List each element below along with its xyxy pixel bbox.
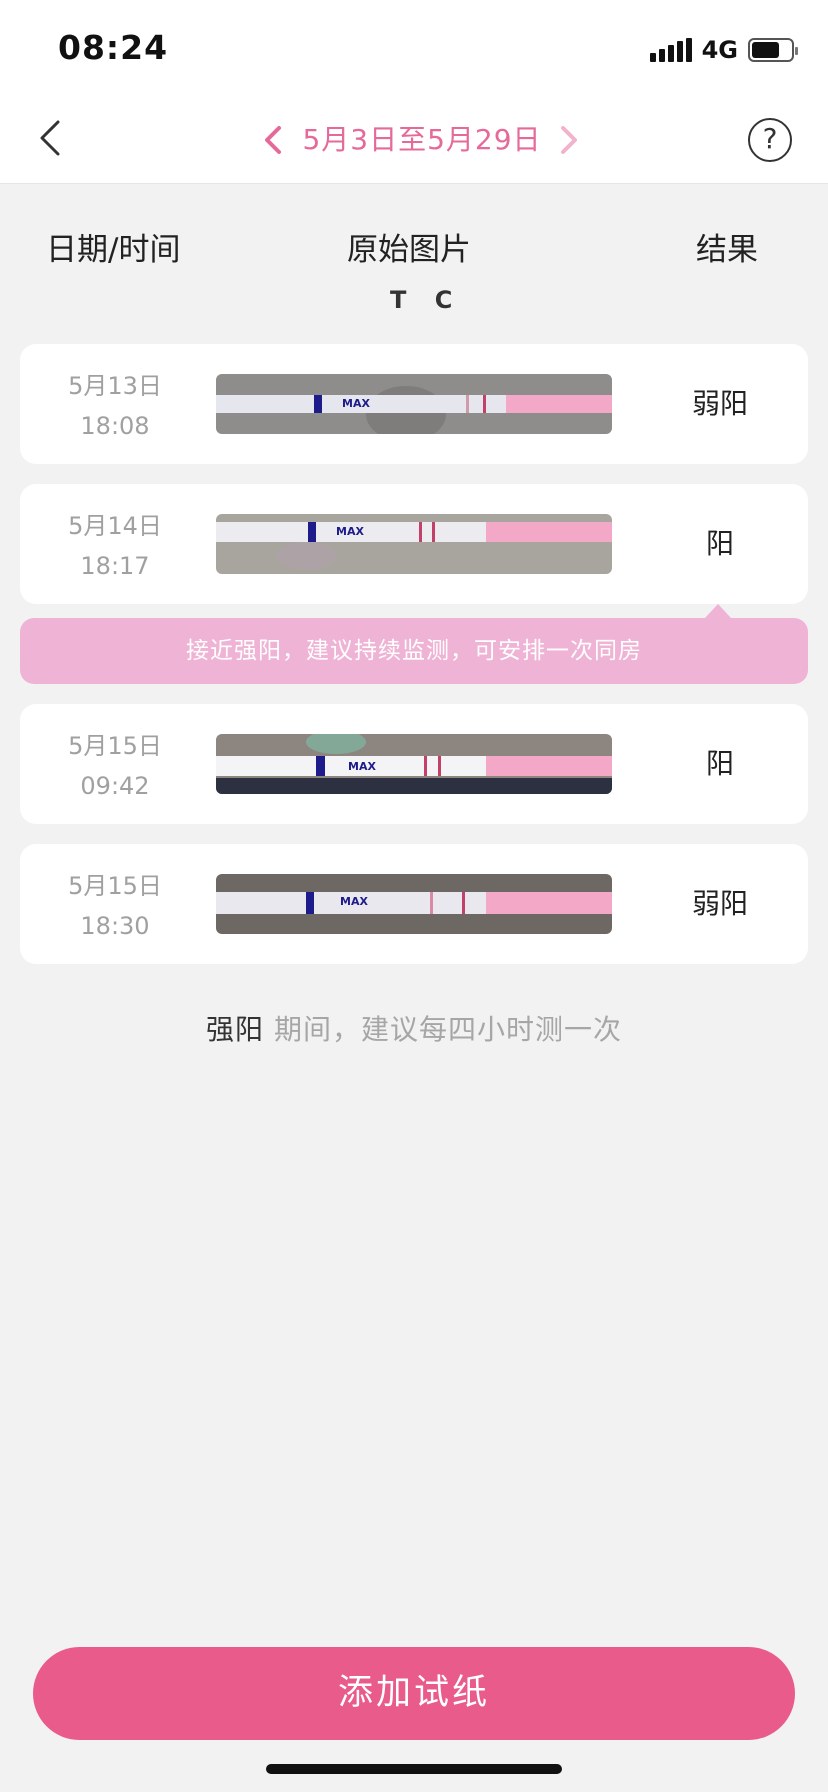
footer-tip-text: 期间，建议每四小时测一次 [264, 1013, 622, 1046]
record-card[interactable]: 5月15日 09:42 MAX 阳 [20, 704, 808, 824]
prev-range-button[interactable] [258, 120, 288, 160]
record-time: 18:30 [80, 912, 150, 940]
tc-label: T C [390, 286, 463, 314]
svg-text:MAX: MAX [348, 760, 376, 773]
svg-text:MAX: MAX [342, 397, 370, 410]
record-datetime: 5月14日 18:17 [40, 506, 190, 586]
svg-text:MAX: MAX [336, 525, 364, 538]
record-time: 18:17 [80, 552, 150, 580]
status-bar: 08:24 4G [0, 0, 828, 96]
record-time: 18:08 [80, 412, 150, 440]
footer-tip-strong: 强阳 [206, 1013, 265, 1046]
record-card[interactable]: 5月13日 18:08 MAX 弱阳 [20, 344, 808, 464]
advice-pointer [705, 604, 731, 618]
record-result: 弱阳 [691, 887, 748, 920]
column-header-date: 日期/时间 [46, 232, 181, 268]
record-date: 5月15日 [68, 872, 162, 900]
date-range-label[interactable]: 5月3日至5月29日 [300, 118, 544, 158]
status-time: 08:24 [58, 28, 169, 67]
test-strip-image: MAX [216, 514, 612, 574]
record-result: 阳 [705, 747, 734, 780]
svg-text:MAX: MAX [340, 895, 368, 908]
chevron-left-icon [40, 120, 60, 156]
record-date: 5月15日 [68, 732, 162, 760]
record-date: 5月13日 [68, 372, 162, 400]
next-range-button[interactable] [554, 120, 584, 160]
record-time: 09:42 [80, 772, 150, 800]
test-strip-image: MAX [216, 874, 612, 934]
record-result: 弱阳 [691, 387, 748, 420]
test-strip-image: MAX [216, 734, 612, 794]
column-header-result: 结果 [696, 232, 758, 268]
footer-tip: 强阳 期间，建议每四小时测一次 [0, 1008, 828, 1048]
back-button[interactable] [28, 112, 80, 164]
record-datetime: 5月13日 18:08 [40, 366, 190, 446]
signal-icon [649, 38, 692, 62]
record-result: 阳 [705, 527, 734, 560]
chevron-left-icon [265, 126, 281, 154]
record-card[interactable]: 5月14日 18:17 MAX 阳 [20, 484, 808, 604]
battery-fill [752, 42, 779, 58]
advice-banner: 接近强阳，建议持续监测，可安排一次同房 [20, 618, 808, 684]
add-test-strip-button[interactable]: 添加试纸 [33, 1647, 795, 1740]
help-button[interactable]: ? [748, 118, 792, 162]
record-datetime: 5月15日 18:30 [40, 866, 190, 946]
nav-bar: 5月3日至5月29日 ? [0, 96, 828, 184]
test-strip-image: MAX [216, 374, 612, 434]
network-label: 4G [701, 36, 738, 64]
chevron-right-icon [561, 126, 577, 154]
status-indicators: 4G [649, 36, 798, 64]
record-card[interactable]: 5月15日 18:30 MAX 弱阳 [20, 844, 808, 964]
record-date: 5月14日 [68, 512, 162, 540]
column-header-image: 原始图片 [347, 232, 471, 268]
record-datetime: 5月15日 09:42 [40, 726, 190, 806]
home-indicator [266, 1764, 562, 1774]
battery-icon [748, 38, 798, 62]
